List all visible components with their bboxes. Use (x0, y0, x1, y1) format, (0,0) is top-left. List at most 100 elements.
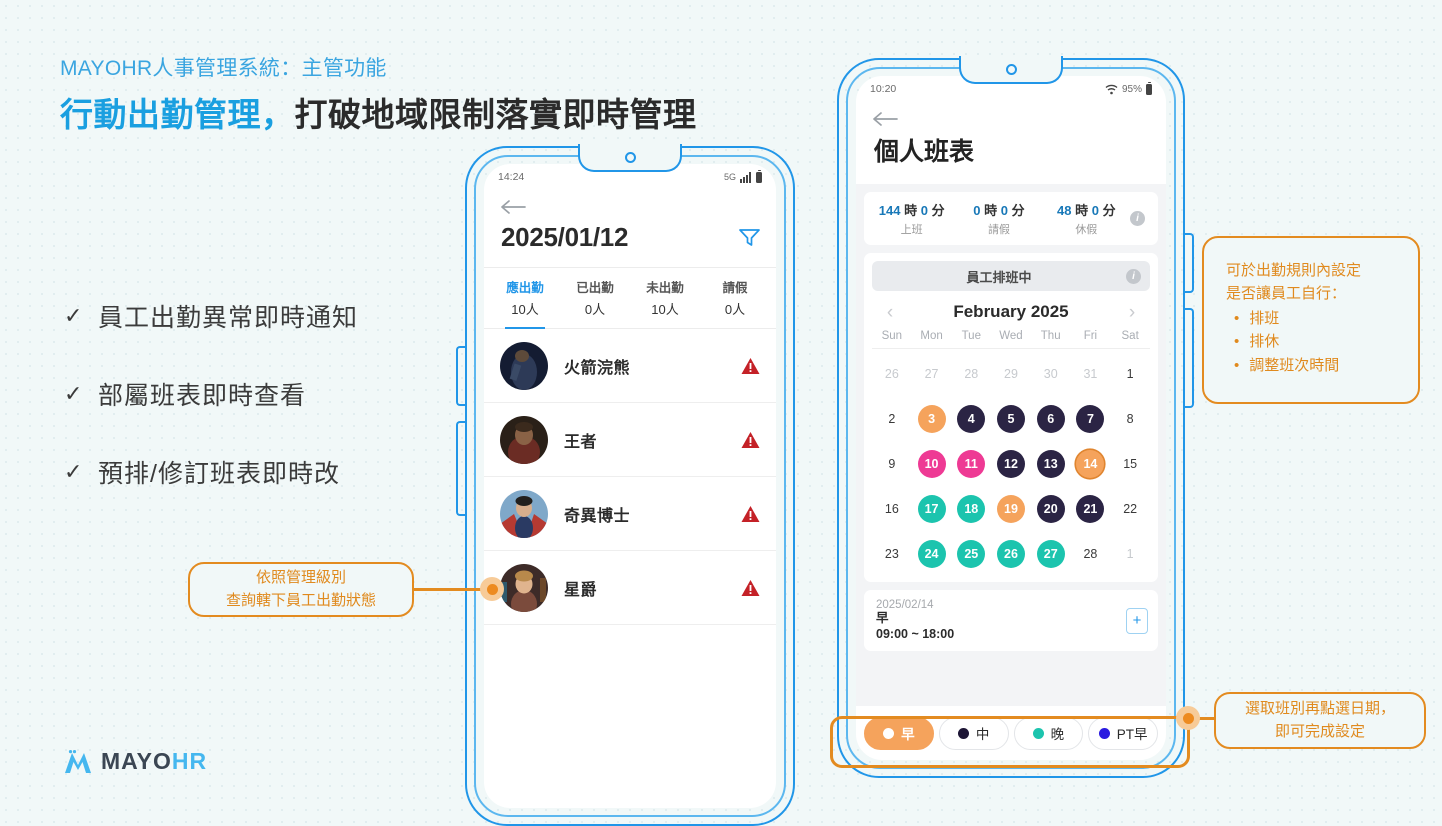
tab-on-leave[interactable]: 請假 0人 (700, 277, 770, 318)
tab-not-attended[interactable]: 未出勤 10人 (630, 277, 700, 318)
phone1-volume-button[interactable] (456, 346, 465, 406)
calendar-cell[interactable]: 8 (1110, 396, 1150, 441)
warning-icon[interactable] (741, 431, 760, 449)
hours-min: 0 (1000, 203, 1009, 218)
detail-date: 2025/02/14 (876, 599, 934, 611)
back-arrow-icon[interactable] (500, 198, 526, 216)
calendar-cell[interactable]: 28 (951, 351, 991, 396)
calendar-cell[interactable]: 25 (951, 531, 991, 576)
calendar-cell[interactable]: 16 (872, 486, 912, 531)
calendar-cell[interactable]: 11 (951, 441, 991, 486)
hours-num: 144 (878, 203, 901, 218)
calendar-cell[interactable]: 26 (991, 531, 1031, 576)
page-date-title: 2025/01/12 (501, 222, 629, 252)
tab-should-attend[interactable]: 應出勤 10人 (490, 277, 560, 329)
calendar-cell[interactable]: 30 (1031, 351, 1071, 396)
callout-right-top: 可於出勤規則內設定 是否讓員工自行： 排班 排休 調整班次時間 (1202, 236, 1420, 404)
callout-right-top-text: 可於出勤規則內設定 是否讓員工自行： (1226, 260, 1418, 305)
calendar-cell[interactable]: 21 (1071, 486, 1111, 531)
add-shift-icon[interactable]: + (1126, 607, 1148, 634)
employee-name: 星爵 (564, 581, 598, 599)
calendar-cell[interactable]: 7 (1071, 396, 1111, 441)
calendar-cell[interactable]: 1 (1110, 351, 1150, 396)
callout-line: 查詢轄下員工出勤狀態 (225, 591, 376, 609)
calendar-cell[interactable]: 1 (1110, 531, 1150, 576)
calendar-day: 26 (884, 366, 899, 381)
phone1-back-row[interactable] (484, 190, 776, 216)
list-item[interactable]: 王者 (484, 403, 776, 477)
calendar-cell[interactable]: 23 (872, 531, 912, 576)
list-item[interactable]: 奇異博士 (484, 477, 776, 551)
calendar-cell[interactable]: 3 (912, 396, 952, 441)
calendar-cell[interactable]: 18 (951, 486, 991, 531)
phone2-volume-button[interactable] (1185, 233, 1194, 293)
calendar-cell[interactable]: 19 (991, 486, 1031, 531)
phone2-power-button[interactable] (1185, 308, 1194, 408)
back-arrow-icon[interactable] (872, 110, 898, 128)
calendar-day: 1 (1126, 366, 1134, 381)
hours-unit: 時 (984, 203, 998, 218)
calendar-cell[interactable]: 29 (991, 351, 1031, 396)
calendar-day: 27 (1036, 539, 1065, 568)
schedule-status-label: 員工排班中 (966, 269, 1032, 285)
weekday-label: Mon (920, 330, 943, 342)
warning-icon[interactable] (741, 505, 760, 523)
status-indicators: 95% (1105, 81, 1152, 95)
calendar-day: 29 (1004, 366, 1018, 381)
calendar-cell[interactable]: 12 (991, 441, 1031, 486)
calendar-cell[interactable]: 20 (1031, 486, 1071, 531)
tab-attended[interactable]: 已出勤 0人 (560, 277, 630, 318)
battery-percent: 95% (1121, 83, 1142, 95)
month-navigator: ‹ February 2025 › (872, 299, 1150, 330)
chevron-right-icon[interactable]: › (1124, 303, 1140, 322)
warning-icon[interactable] (741, 579, 760, 597)
calendar-cell[interactable]: 27 (1031, 531, 1071, 576)
battery-icon (1146, 81, 1152, 95)
schedule-status-banner[interactable]: 員工排班中 i (872, 261, 1150, 291)
mayohr-mark-icon (65, 749, 91, 773)
calendar-cell[interactable]: 4 (951, 396, 991, 441)
calendar-cell[interactable]: 24 (912, 531, 952, 576)
calendar-cell[interactable]: 17 (912, 486, 952, 531)
calendar-cell[interactable]: 27 (912, 351, 952, 396)
phone2-back-row[interactable] (856, 102, 1166, 128)
calendar-cell[interactable]: 28 (1071, 531, 1111, 576)
calendar-cell[interactable]: 10 (912, 441, 952, 486)
info-icon[interactable]: i (1126, 268, 1141, 284)
callout-bullet: 排休 (1234, 330, 1418, 353)
calendar-cell[interactable]: 26 (872, 351, 912, 396)
hours-label: 休假 (1075, 224, 1098, 236)
calendar-day: 4 (957, 404, 986, 433)
calendar-cell[interactable]: 9 (872, 441, 912, 486)
calendar-cell[interactable]: 2 (872, 396, 912, 441)
hours-leave: 0 時 0 分 請假 (955, 200, 1042, 237)
front-camera-icon (1005, 63, 1017, 75)
chevron-left-icon[interactable]: ‹ (882, 303, 898, 322)
calendar-cell[interactable]: 22 (1110, 486, 1150, 531)
list-item[interactable]: 火箭浣熊 (484, 329, 776, 403)
calendar-cell[interactable]: 5 (991, 396, 1031, 441)
logo-mayo: MAYO (101, 748, 172, 774)
calendar-day: 15 (1123, 456, 1138, 471)
list-item[interactable]: 星爵 (484, 551, 776, 625)
calendar-day: 9 (888, 456, 896, 471)
status-time: 14:24 (498, 171, 525, 183)
calendar-cell[interactable]: 14 (1071, 441, 1111, 486)
info-icon[interactable]: i (1129, 211, 1145, 226)
calendar-cell[interactable]: 15 (1110, 441, 1150, 486)
calendar-cell[interactable]: 31 (1071, 351, 1111, 396)
phone1-notch (578, 144, 682, 172)
stat-value: 10人 (651, 302, 679, 317)
calendar-cell[interactable]: 6 (1031, 396, 1071, 441)
warning-icon[interactable] (741, 357, 760, 375)
calendar-cell[interactable]: 13 (1031, 441, 1071, 486)
phone2-notch (959, 56, 1063, 84)
status-time: 10:20 (870, 83, 897, 95)
calendar-day: 27 (924, 366, 939, 381)
hours-unit2: 分 (1011, 203, 1025, 218)
hours-unit2: 分 (931, 203, 945, 218)
filter-icon[interactable] (739, 228, 760, 247)
phone1-power-button[interactable] (456, 421, 465, 516)
bullet-label: 部屬班表即時查看 (98, 382, 307, 410)
callout-line: 可於出勤規則內設定 (1226, 262, 1362, 279)
